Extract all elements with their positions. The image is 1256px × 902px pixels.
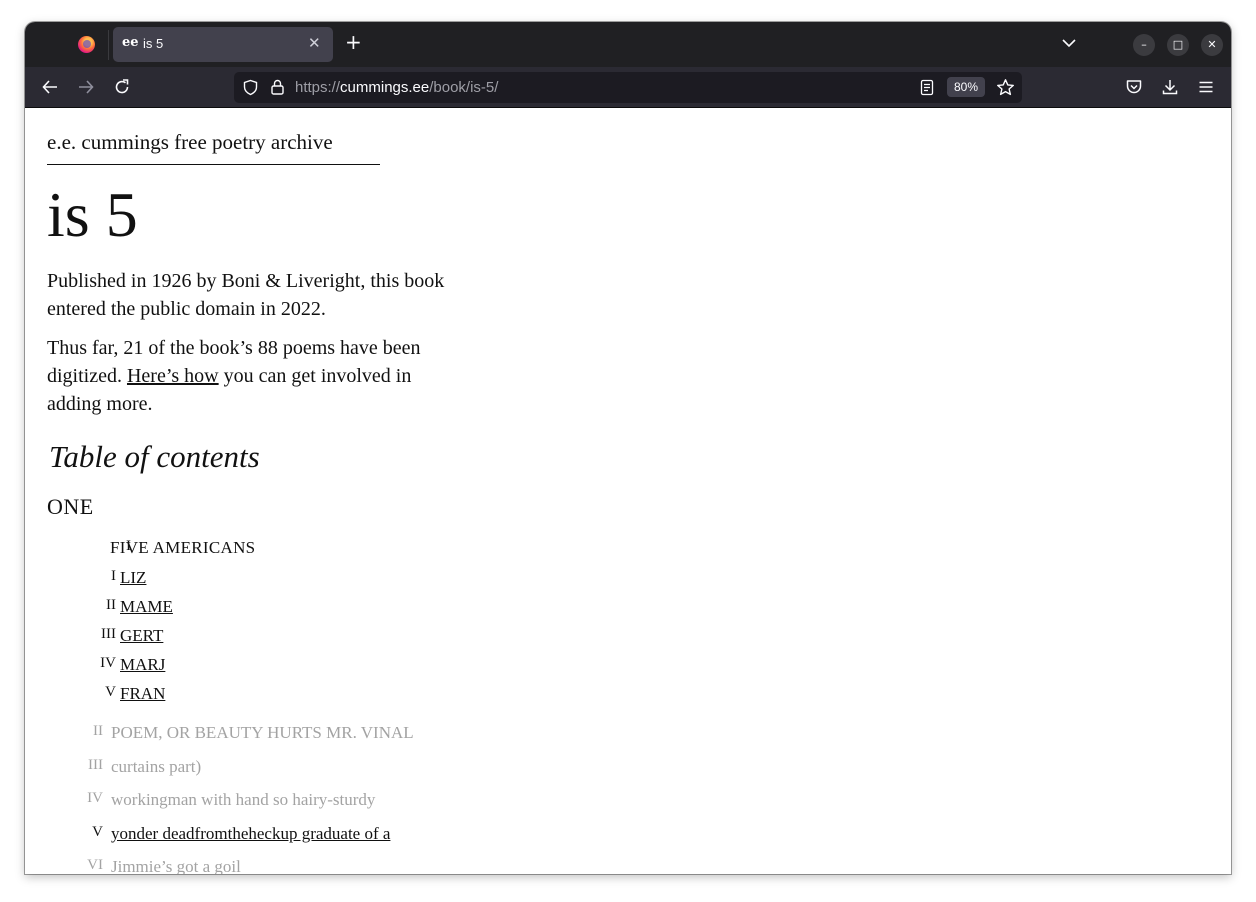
toc-number: IV (87, 790, 103, 806)
url-scheme: https:// (295, 79, 341, 96)
toc-section-title: FIVE AMERICANS (110, 538, 256, 557)
poem-link-marj[interactable]: MARJ (120, 655, 165, 675)
poem-link-mame[interactable]: MAME (120, 597, 173, 617)
toc-number: V (92, 824, 103, 840)
toc-item-title: Jimmie’s got a goil (111, 857, 241, 874)
toc-number: III (101, 626, 116, 642)
intro-paragraph: Published in 1926 by Boni & Liveright, t… (47, 270, 445, 320)
toc-number: II (93, 723, 103, 739)
address-bar[interactable]: https://cummings.ee/book/is-5/ 80% (234, 72, 1022, 103)
zoom-level-button[interactable]: 80% (947, 77, 985, 97)
tab-bar: ee is 5 ✕ + – □ ✕ (25, 22, 1231, 67)
contribute-link[interactable]: Here’s how (127, 365, 219, 387)
hamburger-menu-icon[interactable] (1197, 78, 1215, 96)
poem-link-gert[interactable]: GERT (120, 626, 163, 646)
toc-number: I (111, 568, 116, 584)
title-underline-divider (47, 164, 380, 165)
tab-title: is 5 (143, 36, 164, 51)
site-favicon-icon: ee (122, 35, 139, 50)
navigation-toolbar: https://cummings.ee/book/is-5/ 80% (25, 67, 1231, 108)
tab-close-icon[interactable]: ✕ (308, 34, 321, 52)
downloads-icon[interactable] (1161, 78, 1179, 96)
tracking-protection-shield-icon[interactable] (242, 79, 259, 96)
toc-item-title: workingman with hand so hairy-sturdy (111, 790, 376, 809)
browser-window: ee is 5 ✕ + – □ ✕ https://cummings.ee/bo… (25, 22, 1231, 874)
url-host: cummings.ee (340, 79, 430, 96)
toc-number: VI (87, 857, 103, 873)
new-tab-button[interactable]: + (345, 32, 362, 52)
back-arrow-icon[interactable] (41, 78, 59, 96)
maximize-button[interactable]: □ (1167, 34, 1189, 56)
poem-link-yonder[interactable]: yonder deadfromtheheckup graduate of a (111, 824, 390, 844)
toc-number: II (106, 597, 116, 613)
book-title: is 5 (47, 179, 138, 250)
page-content: e.e. cummings free poetry archive is 5 P… (25, 108, 1231, 874)
status-paragraph: Thus far, 21 of the book’s 88 poems have… (47, 334, 447, 418)
poem-link-liz[interactable]: LIZ (120, 568, 146, 588)
reader-view-icon[interactable] (919, 79, 935, 96)
url-path: /book/is-5/ (429, 79, 499, 96)
toc-number: IV (100, 655, 116, 671)
toc-item-title: curtains part) (111, 757, 202, 776)
minimize-button[interactable]: – (1133, 34, 1155, 56)
tab-active[interactable]: ee is 5 ✕ (113, 27, 333, 62)
toc-item-title: POEM, OR BEAUTY HURTS MR. VINAL (111, 723, 414, 742)
bookmark-star-icon[interactable] (996, 78, 1015, 97)
toc-number: V (105, 684, 116, 700)
close-window-button[interactable]: ✕ (1201, 34, 1223, 56)
pocket-icon[interactable] (1125, 78, 1143, 96)
firefox-logo-icon (78, 36, 95, 53)
reload-icon[interactable] (113, 78, 131, 96)
site-title[interactable]: e.e. cummings free poetry archive (47, 130, 333, 155)
poem-link-fran[interactable]: FRAN (120, 684, 165, 704)
toc-heading: Table of contents (49, 439, 260, 474)
part-heading: ONE (47, 494, 94, 519)
forward-arrow-icon[interactable] (77, 78, 95, 96)
toc-number: III (88, 757, 103, 773)
url-text[interactable]: https://cummings.ee/book/is-5/ (295, 79, 498, 96)
tab-separator (108, 30, 109, 60)
lock-icon[interactable] (269, 78, 286, 96)
list-all-tabs-icon[interactable] (1061, 35, 1077, 51)
